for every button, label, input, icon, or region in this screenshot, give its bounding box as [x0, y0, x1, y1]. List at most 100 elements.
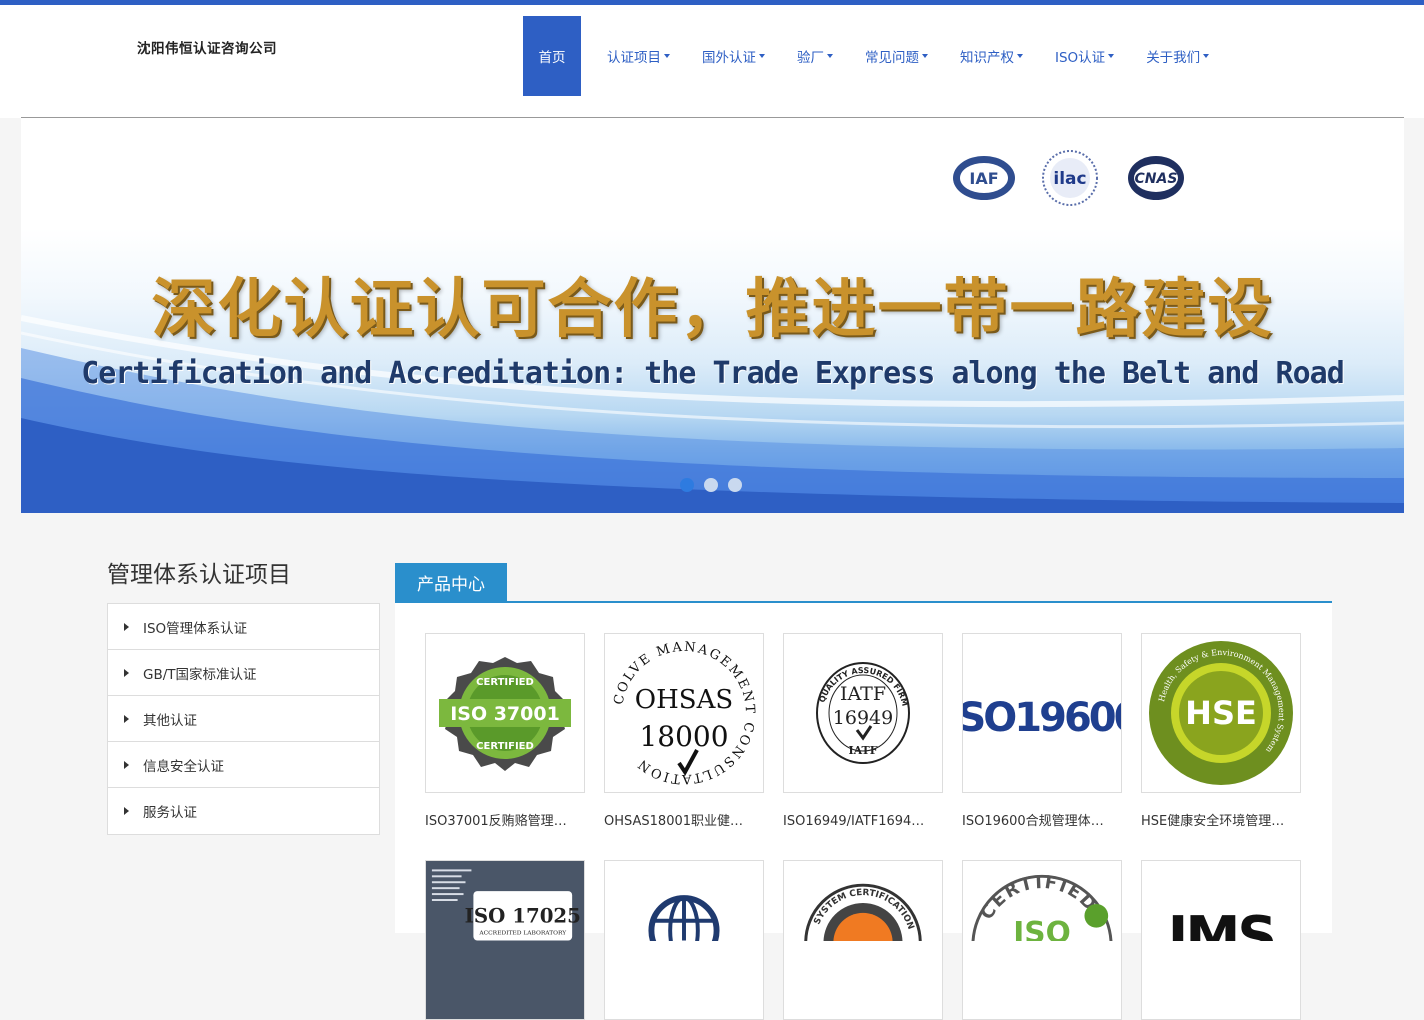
thumb-text: IATF: [840, 683, 886, 705]
thumb-text: IATF: [848, 744, 877, 757]
accreditation-logos: IAF ilac CNAS: [951, 148, 1189, 208]
product-caption: OHSAS18001职业健康安全管理体系认证: [604, 814, 752, 829]
product-card-iso-certified[interactable]: CERTIFIED ISO: [962, 860, 1122, 1020]
caret-down-icon: [827, 54, 833, 58]
product-center: 产品中心 ISO 37001 CERTIFIED CERTIFIED ISO37…: [395, 563, 1332, 1020]
triangle-right-icon: [124, 760, 129, 769]
product-caption: ISO16949/IATF16949汽车质量管理体系认证: [783, 814, 931, 829]
sidebar-title: 管理体系认证项目: [107, 562, 291, 588]
logo-text: CNAS: [1135, 171, 1178, 187]
nav-iso[interactable]: ISO认证: [1039, 16, 1130, 96]
sidebar-item-label: GB/T国家标准认证: [143, 666, 257, 683]
product-thumb: Health, Safety & Environment Management …: [1141, 633, 1301, 793]
nav-about[interactable]: 关于我们: [1130, 16, 1225, 96]
product-thumb: COLVE MANAGEMENT CONSULTATION OHSAS 1800…: [604, 633, 764, 793]
product-thumb: CERTIFIED ISO: [962, 860, 1122, 1020]
nav-label: 常见问题: [865, 50, 919, 66]
product-caption: HSE健康安全环境管理体系认证: [1141, 814, 1289, 829]
logo-text: ilac: [1053, 169, 1086, 189]
triangle-right-icon: [124, 622, 129, 631]
product-thumb: QUALITY ASSURED FIRM IATF 16949 IATF: [783, 633, 943, 793]
product-card-hse[interactable]: Health, Safety & Environment Management …: [1141, 633, 1301, 830]
caret-down-icon: [1017, 54, 1023, 58]
product-thumb: ISO19600: [962, 633, 1122, 793]
sidebar-item-info-security[interactable]: 信息安全认证: [108, 742, 379, 788]
thumb-text: CERTIFIED: [476, 741, 534, 752]
triangle-right-icon: [124, 807, 129, 815]
product-grid: ISO 37001 CERTIFIED CERTIFIED ISO37001反贿…: [425, 633, 1301, 1020]
nav-label: ISO认证: [1055, 50, 1106, 66]
banner-headline: 深化认证认可合作，推进一带一路建设: [151, 273, 1274, 347]
thumb-text: ISO 37001: [450, 703, 560, 725]
thumb-text: ISO19600: [963, 695, 1121, 741]
nav-ip[interactable]: 知识产权: [944, 16, 1039, 96]
product-card-iso17025[interactable]: ISO 17025 ACCREDITED LABORATORY: [425, 860, 585, 1020]
product-card-iso37001[interactable]: ISO 37001 CERTIFIED CERTIFIED ISO37001反贿…: [425, 633, 585, 830]
nav-certification-projects[interactable]: 认证项目: [591, 16, 686, 96]
product-tabbar: 产品中心: [395, 563, 1332, 603]
thumb-text: ISO: [1013, 915, 1071, 941]
iaf-logo-icon: IAF: [951, 148, 1017, 208]
sidebar-item-label: 其他认证: [143, 712, 197, 729]
sidebar-item-service[interactable]: 服务认证: [108, 788, 379, 834]
product-card-iatf16949[interactable]: QUALITY ASSURED FIRM IATF 16949 IATF ISO…: [783, 633, 943, 830]
triangle-right-icon: [124, 714, 129, 723]
product-thumb: SYSTEM CERTIFICATION: [783, 860, 943, 1020]
main-nav: 首页 认证项目 国外认证 验厂 常见问题 知识产权 ISO认证 关于我们: [523, 16, 1225, 96]
sidebar-item-label: 信息安全认证: [143, 758, 224, 775]
product-card-iso19600[interactable]: ISO19600 ISO19600合规管理体系认证: [962, 633, 1122, 830]
cnas-logo-icon: CNAS: [1123, 148, 1189, 208]
nav-label: 关于我们: [1146, 50, 1201, 66]
sidebar-item-gbt-standard[interactable]: GB/T国家标准认证: [108, 650, 379, 696]
sidebar-item-label: 服务认证: [143, 805, 197, 821]
nav-factory-audit[interactable]: 验厂: [781, 16, 849, 96]
nav-label: 首页: [538, 50, 566, 66]
site-header: 沈阳伟恒认证咨询公司 首页 认证项目 国外认证 验厂 常见问题 知识产权 ISO…: [0, 5, 1424, 118]
caret-down-icon: [664, 54, 670, 58]
sidebar-item-iso-management[interactable]: ISO管理体系认证: [108, 604, 379, 650]
sidebar-item-other[interactable]: 其他认证: [108, 696, 379, 742]
tab-product-center[interactable]: 产品中心: [395, 563, 507, 601]
hero-banner[interactable]: IAF ilac CNAS 深化认证认可合作，推进一带一路建设 Certific…: [21, 118, 1404, 513]
category-sidebar: 管理体系认证项目 ISO管理体系认证 GB/T国家标准认证 其他认证 信息安全认…: [107, 559, 380, 835]
product-thumb: ISO 37001 CERTIFIED CERTIFIED: [425, 633, 585, 793]
nav-foreign-certification[interactable]: 国外认证: [686, 16, 781, 96]
product-card-ims[interactable]: IMS: [1141, 860, 1301, 1020]
carousel-dot-3[interactable]: [728, 478, 742, 492]
carousel-dots: [680, 478, 742, 492]
product-caption: ISO37001反贿赂管理体系认证: [425, 814, 573, 829]
nav-label: 认证项目: [607, 50, 661, 66]
thumb-text: CERTIFIED: [476, 677, 534, 688]
product-thumb: IMS: [1141, 860, 1301, 1020]
thumb-text: ACCREDITED LABORATORY: [478, 931, 566, 937]
nav-label: 国外认证: [702, 50, 756, 66]
caret-down-icon: [922, 54, 928, 58]
triangle-right-icon: [124, 668, 129, 677]
caret-down-icon: [1203, 54, 1210, 58]
carousel-dot-1[interactable]: [680, 478, 694, 492]
globe-icon: [648, 895, 720, 941]
banner-subline: Certification and Accreditation: the Tra…: [81, 356, 1345, 391]
thumb-text: 16949: [833, 707, 893, 729]
caret-down-icon: [1108, 54, 1115, 58]
product-caption: ISO19600合规管理体系认证: [962, 814, 1110, 829]
nav-faq[interactable]: 常见问题: [849, 16, 944, 96]
ilac-logo-icon: ilac: [1037, 148, 1103, 208]
product-thumb: ISO 17025 ACCREDITED LABORATORY: [425, 860, 585, 1020]
logo-text: IAF: [969, 169, 998, 188]
product-card-ohsas18001[interactable]: COLVE MANAGEMENT CONSULTATION OHSAS 1800…: [604, 633, 764, 830]
caret-down-icon: [759, 54, 765, 58]
thumb-text: OHSAS: [635, 685, 733, 715]
nav-home[interactable]: 首页: [523, 16, 581, 96]
product-card-globe[interactable]: [604, 860, 764, 1020]
product-grid-area: ISO 37001 CERTIFIED CERTIFIED ISO37001反贿…: [395, 603, 1332, 1020]
product-thumb: [604, 860, 764, 1020]
thumb-text: ISO 17025: [465, 904, 581, 928]
nav-label: 知识产权: [960, 50, 1014, 66]
thumb-text: IMS: [1168, 905, 1275, 941]
site-brand[interactable]: 沈阳伟恒认证咨询公司: [137, 37, 277, 57]
nav-label: 验厂: [797, 50, 824, 66]
sidebar-item-label: ISO管理体系认证: [143, 620, 248, 637]
carousel-dot-2[interactable]: [704, 478, 718, 492]
product-card-system-certification[interactable]: SYSTEM CERTIFICATION: [783, 860, 943, 1020]
